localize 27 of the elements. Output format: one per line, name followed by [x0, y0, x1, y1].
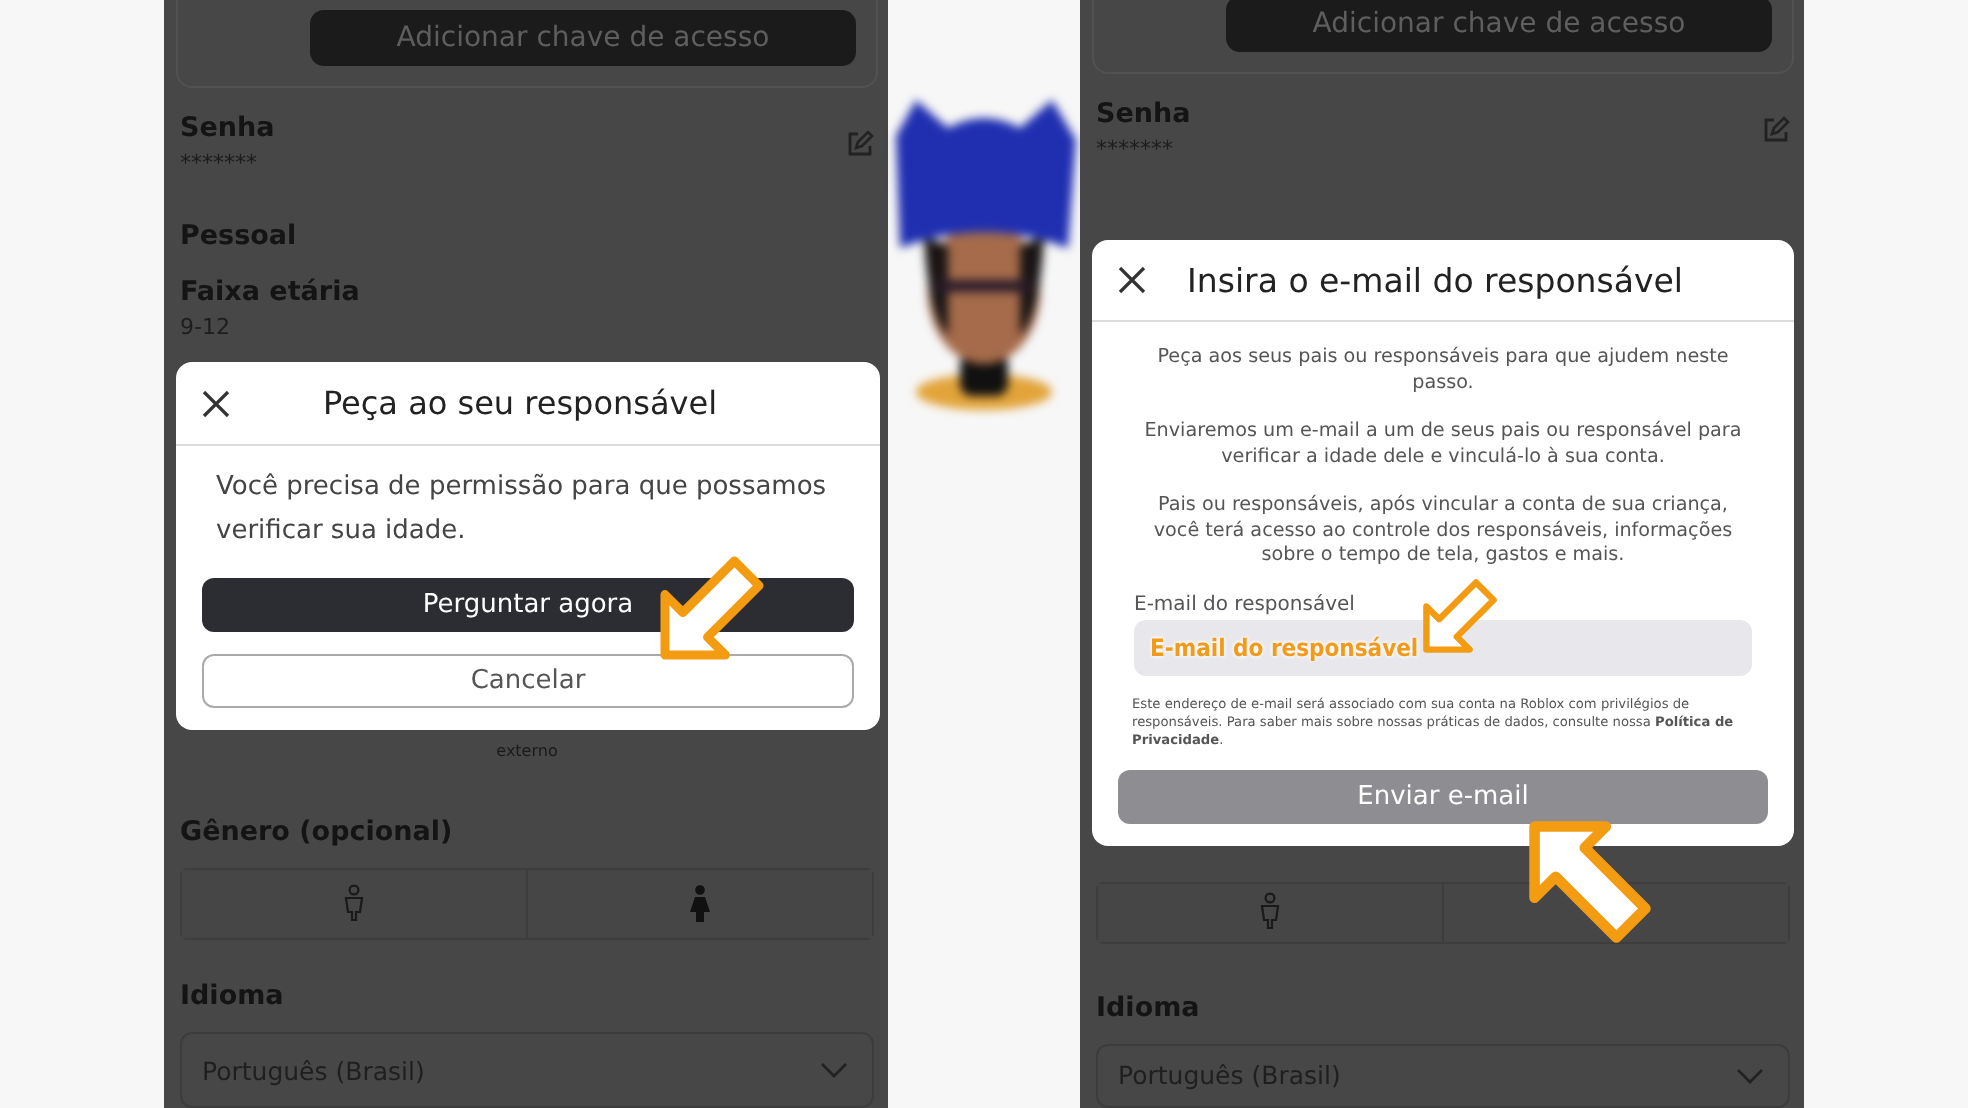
- cancel-button[interactable]: Cancelar: [202, 654, 854, 708]
- add-passkey-button[interactable]: Adicionar chave de acesso: [310, 10, 856, 66]
- chevron-down-icon: [820, 1062, 848, 1078]
- arrow-icon: [656, 552, 768, 664]
- dialog-paragraph: Peça aos seus pais ou responsáveis para que ajudem neste passo.: [1155, 346, 1731, 396]
- male-figure-icon: [342, 884, 366, 924]
- dialog-message: Você precisa de permissão para que possamos verificar sua idade.: [216, 470, 829, 550]
- email-field[interactable]: E-mail do responsável: [1134, 619, 1752, 675]
- primary-button[interactable]: Enviar e-mail: [1118, 769, 1768, 823]
- gender-option[interactable]: [182, 870, 528, 938]
- add-passkey-button[interactable]: Adicionar chave de acesso: [1226, 0, 1772, 53]
- close-icon[interactable]: [200, 387, 232, 419]
- edit-icon[interactable]: [1762, 116, 1790, 145]
- arrow-icon: [1420, 576, 1500, 656]
- female-figure-icon: [688, 884, 712, 924]
- dialog-title: Peça ao seu responsável: [320, 384, 720, 422]
- male-figure-icon: [1258, 892, 1282, 933]
- dialog-paragraph: Pais ou responsáveis, após vincular a conta de sua criança, você terá acesso ao controle dos responsáveis, informações sobre o tempo de tela, gastos e mais.: [1151, 494, 1735, 569]
- email-label: E-mail do responsável: [1134, 593, 1357, 615]
- password-value: *******: [180, 150, 259, 176]
- dialog-paragraph: Enviaremos um e-mail a um de seus pais ou responsável para verificar a idade dele e vinculá-lo à sua conta.: [1142, 420, 1744, 470]
- edit-icon[interactable]: [846, 130, 874, 158]
- dialog-title: Insira o e-mail do responsável: [1185, 261, 1685, 299]
- chevron-down-icon: [1736, 1067, 1764, 1084]
- close-icon[interactable]: [1116, 264, 1148, 296]
- gender-option[interactable]: [1098, 884, 1444, 942]
- password-value: *******: [1096, 136, 1175, 163]
